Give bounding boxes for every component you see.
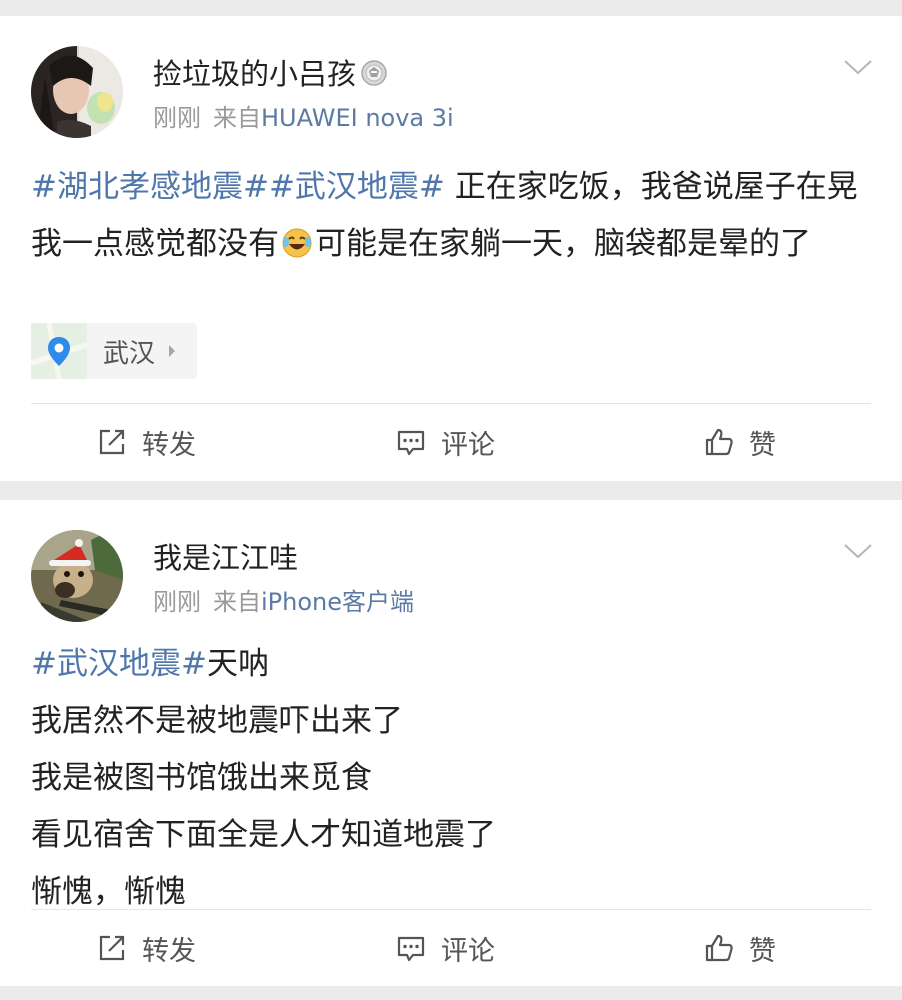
topic-link[interactable]: #武汉地震# [31, 646, 207, 682]
thumbs-up-icon [703, 426, 735, 458]
location-tag[interactable]: 武汉 [31, 323, 197, 379]
topic-link[interactable]: #武汉地震# [269, 169, 445, 205]
repost-button[interactable]: 转发 [96, 404, 196, 480]
post-text: 天呐 [206, 646, 269, 682]
like-label: 赞 [749, 935, 776, 967]
topic-link[interactable]: #湖北孝感地震# [31, 169, 269, 205]
chevron-down-icon[interactable] [842, 540, 874, 562]
username[interactable]: 捡垃圾的小吕孩 [153, 54, 388, 94]
action-bar: 转发 评论 赞 [0, 910, 902, 986]
source-prefix: 来自 [213, 104, 261, 132]
username[interactable]: 我是江江哇 [153, 538, 298, 578]
action-bar: 转发 评论 赞 [0, 404, 902, 480]
source-prefix: 来自 [213, 588, 261, 616]
like-button[interactable]: 赞 [703, 404, 776, 480]
source-device[interactable]: iPhone客户端 [261, 588, 414, 616]
caret-right-icon [167, 344, 177, 358]
post-time: 刚刚 [153, 588, 201, 616]
location-label[interactable]: 武汉 [103, 333, 155, 370]
post-text: 可能是在家躺一天，脑袋都是晕的了 [315, 226, 811, 262]
username-text[interactable]: 捡垃圾的小吕孩 [153, 57, 356, 91]
avatar[interactable] [31, 46, 123, 138]
source-device[interactable]: HUAWEI nova 3i [261, 104, 454, 132]
post-line: #武汉地震#天呐 [31, 636, 874, 693]
repost-button[interactable]: 转发 [96, 910, 196, 986]
comment-label: 评论 [441, 935, 495, 967]
laughing-crying-emoji-icon [281, 227, 313, 259]
share-icon [96, 426, 128, 458]
repost-label: 转发 [142, 935, 196, 967]
share-icon [96, 932, 128, 964]
post-card[interactable]: 捡垃圾的小吕孩 刚刚 来自HUAWEI nova 3i #湖北孝感地震##武汉地震… [0, 16, 902, 481]
avatar[interactable] [31, 530, 123, 622]
post-meta: 刚刚 来自iPhone客户端 [153, 586, 414, 618]
comment-button[interactable]: 评论 [395, 404, 495, 480]
comment-button[interactable]: 评论 [395, 910, 495, 986]
repost-label: 转发 [142, 429, 196, 461]
chevron-down-icon[interactable] [842, 56, 874, 78]
post-content[interactable]: #湖北孝感地震##武汉地震# 正在家吃饭，我爸说屋子在晃 我一点感觉都没有 可能… [31, 159, 874, 273]
post-line: 我居然不是被地震吓出来了 [31, 703, 403, 739]
post-meta: 刚刚 来自HUAWEI nova 3i [153, 102, 454, 134]
username-text[interactable]: 我是江江哇 [153, 541, 298, 575]
comment-label: 评论 [441, 429, 495, 461]
post-line: 我是被图书馆饿出来觅食 [31, 760, 372, 796]
post-card[interactable]: 我是江江哇 刚刚 来自iPhone客户端 #武汉地震#天呐 我居然不是被地震吓出来… [0, 500, 902, 986]
post-time: 刚刚 [153, 104, 201, 132]
post-content[interactable]: #武汉地震#天呐 我居然不是被地震吓出来了 我是被图书馆饿出来觅食 看见宿舍下面… [31, 636, 874, 921]
thumbs-up-icon [703, 932, 735, 964]
like-button[interactable]: 赞 [703, 910, 776, 986]
map-pin-icon [31, 323, 87, 379]
comment-icon [395, 932, 427, 964]
post-line: 看见宿舍下面全是人才知道地震了 [31, 817, 496, 853]
comment-icon [395, 426, 427, 458]
vip-medal-icon [360, 59, 388, 87]
like-label: 赞 [749, 429, 776, 461]
